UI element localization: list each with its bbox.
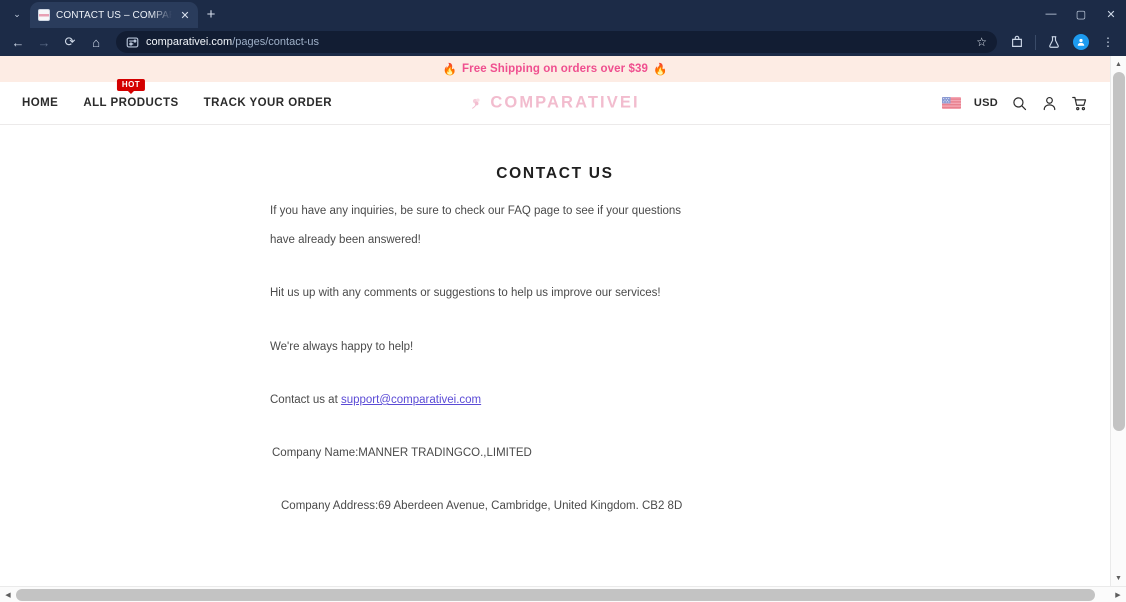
- header-actions: USD: [941, 95, 1088, 112]
- fire-icon-left: 🔥: [442, 64, 457, 76]
- vertical-scroll-thumb[interactable]: [1112, 72, 1125, 431]
- logo-text: COMPARATIVEI: [490, 93, 640, 112]
- paragraph-suggestions: Hit us up with any comments or suggestio…: [270, 287, 661, 300]
- page-settings-icon[interactable]: [126, 36, 139, 49]
- paragraph-answered: have already been answered!: [270, 234, 421, 247]
- profile-dot-icon: [1073, 34, 1089, 50]
- chrome-menu-icon[interactable]: ⋮: [1096, 30, 1120, 54]
- search-icon[interactable]: [1011, 95, 1028, 112]
- contact-prefix: Contact us at: [270, 393, 341, 406]
- nav-item-all-products[interactable]: HOT ALL PRODUCTS: [83, 79, 179, 109]
- close-window-button[interactable]: ✕: [1096, 0, 1126, 28]
- announcement-bar: 🔥 Free Shipping on orders over $39 🔥: [0, 56, 1110, 82]
- company-address-text: Company Address:69 Aberdeen Avenue, Camb…: [281, 500, 683, 513]
- paragraph-inquiries: If you have any inquiries, be sure to ch…: [270, 205, 682, 217]
- toolbar-divider: [1035, 34, 1036, 50]
- tab-title: CONTACT US – COMPARATIVEI: [56, 9, 172, 21]
- back-icon[interactable]: ←: [6, 30, 30, 54]
- profile-avatar[interactable]: [1069, 30, 1093, 54]
- announcement-text: Free Shipping on orders over $39: [462, 63, 648, 75]
- vertical-scrollbar[interactable]: ▲ ▼: [1110, 56, 1126, 586]
- forward-icon[interactable]: →: [32, 30, 56, 54]
- reload-icon[interactable]: ⟳: [58, 30, 82, 54]
- new-tab-button[interactable]: +: [198, 1, 224, 27]
- minimize-button[interactable]: —: [1036, 0, 1066, 28]
- horizontal-scroll-thumb[interactable]: [16, 588, 1095, 601]
- nav-label: ALL PRODUCTS: [83, 97, 179, 109]
- company-name-text: Company Name:MANNER TRADINGCO.,LIMITED: [272, 447, 532, 460]
- nav-label: TRACK YOUR ORDER: [203, 97, 332, 109]
- close-icon[interactable]: ✕: [178, 9, 192, 22]
- site-header: HOME HOT ALL PRODUCTS TRACK YOUR ORDER C…: [0, 79, 1110, 125]
- scroll-down-arrow-icon[interactable]: ▼: [1111, 570, 1126, 586]
- page-content: CONTACT US If you have any inquiries, be…: [0, 125, 1110, 514]
- tab-strip: ⌄ CONTACT US – COMPARATIVEI ✕ + — ▢ ✕: [0, 0, 1126, 28]
- browser-tab[interactable]: CONTACT US – COMPARATIVEI ✕: [30, 2, 198, 28]
- site-favicon: [38, 9, 50, 21]
- lab-flask-icon[interactable]: [1042, 30, 1066, 54]
- home-icon[interactable]: ⌂: [84, 30, 108, 54]
- browser-window: ⌄ CONTACT US – COMPARATIVEI ✕ + — ▢ ✕ ← …: [0, 0, 1126, 602]
- horizontal-scroll-track[interactable]: [16, 587, 1110, 602]
- web-page: 🔥 Free Shipping on orders over $39 🔥 HOM…: [0, 56, 1110, 586]
- url-text: comparativei.com/pages/contact-us: [146, 36, 319, 48]
- scroll-left-arrow-icon[interactable]: ◀: [0, 587, 16, 602]
- url-domain: comparativei.com: [146, 36, 233, 48]
- address-bar[interactable]: comparativei.com/pages/contact-us ☆: [116, 31, 997, 53]
- floral-mark-icon: [472, 98, 480, 109]
- fire-icon-right: 🔥: [652, 64, 668, 76]
- scroll-up-arrow-icon[interactable]: ▲: [1111, 56, 1126, 72]
- paragraph-contact-email: Contact us at support@comparativei.com: [270, 394, 636, 407]
- nav-item-track-your-order[interactable]: TRACK YOUR ORDER: [204, 97, 332, 109]
- page-title: CONTACT US: [496, 165, 614, 182]
- bookmark-star-icon[interactable]: ☆: [968, 35, 987, 49]
- account-icon[interactable]: [1041, 95, 1058, 112]
- window-controls: — ▢ ✕: [1036, 0, 1126, 28]
- url-path: /pages/contact-us: [232, 36, 320, 48]
- maximize-button[interactable]: ▢: [1066, 0, 1096, 28]
- hot-badge: HOT: [116, 79, 145, 91]
- nav-label: HOME: [22, 97, 59, 109]
- browser-chrome: ⌄ CONTACT US – COMPARATIVEI ✕ + — ▢ ✕ ← …: [0, 0, 1126, 56]
- nav-item-home[interactable]: HOME: [22, 97, 58, 109]
- toolbar-actions: ⋮: [1005, 30, 1120, 54]
- horizontal-scrollbar[interactable]: ◀ ▶: [0, 586, 1126, 602]
- us-flag-icon[interactable]: [941, 97, 961, 109]
- contact-body: If you have any inquiries, be sure to ch…: [270, 183, 683, 514]
- main-nav: HOME HOT ALL PRODUCTS TRACK YOUR ORDER: [22, 79, 332, 109]
- scroll-right-arrow-icon[interactable]: ▶: [1110, 587, 1126, 602]
- browser-toolbar: ← → ⟳ ⌂ comparativei.com/pages/contact-u…: [0, 28, 1126, 56]
- site-logo[interactable]: COMPARATIVEI: [470, 94, 639, 113]
- extensions-icon[interactable]: [1005, 30, 1029, 54]
- support-email-link[interactable]: support@comparativei.com: [341, 394, 481, 406]
- currency-selector[interactable]: USD: [974, 97, 998, 109]
- page-viewport: 🔥 Free Shipping on orders over $39 🔥 HOM…: [0, 56, 1126, 586]
- cart-icon[interactable]: [1071, 95, 1088, 112]
- vertical-scroll-track[interactable]: [1111, 72, 1126, 570]
- paragraph-happy-to-help: We're always happy to help!: [270, 340, 414, 353]
- tab-search-chevron-icon[interactable]: ⌄: [4, 1, 30, 27]
